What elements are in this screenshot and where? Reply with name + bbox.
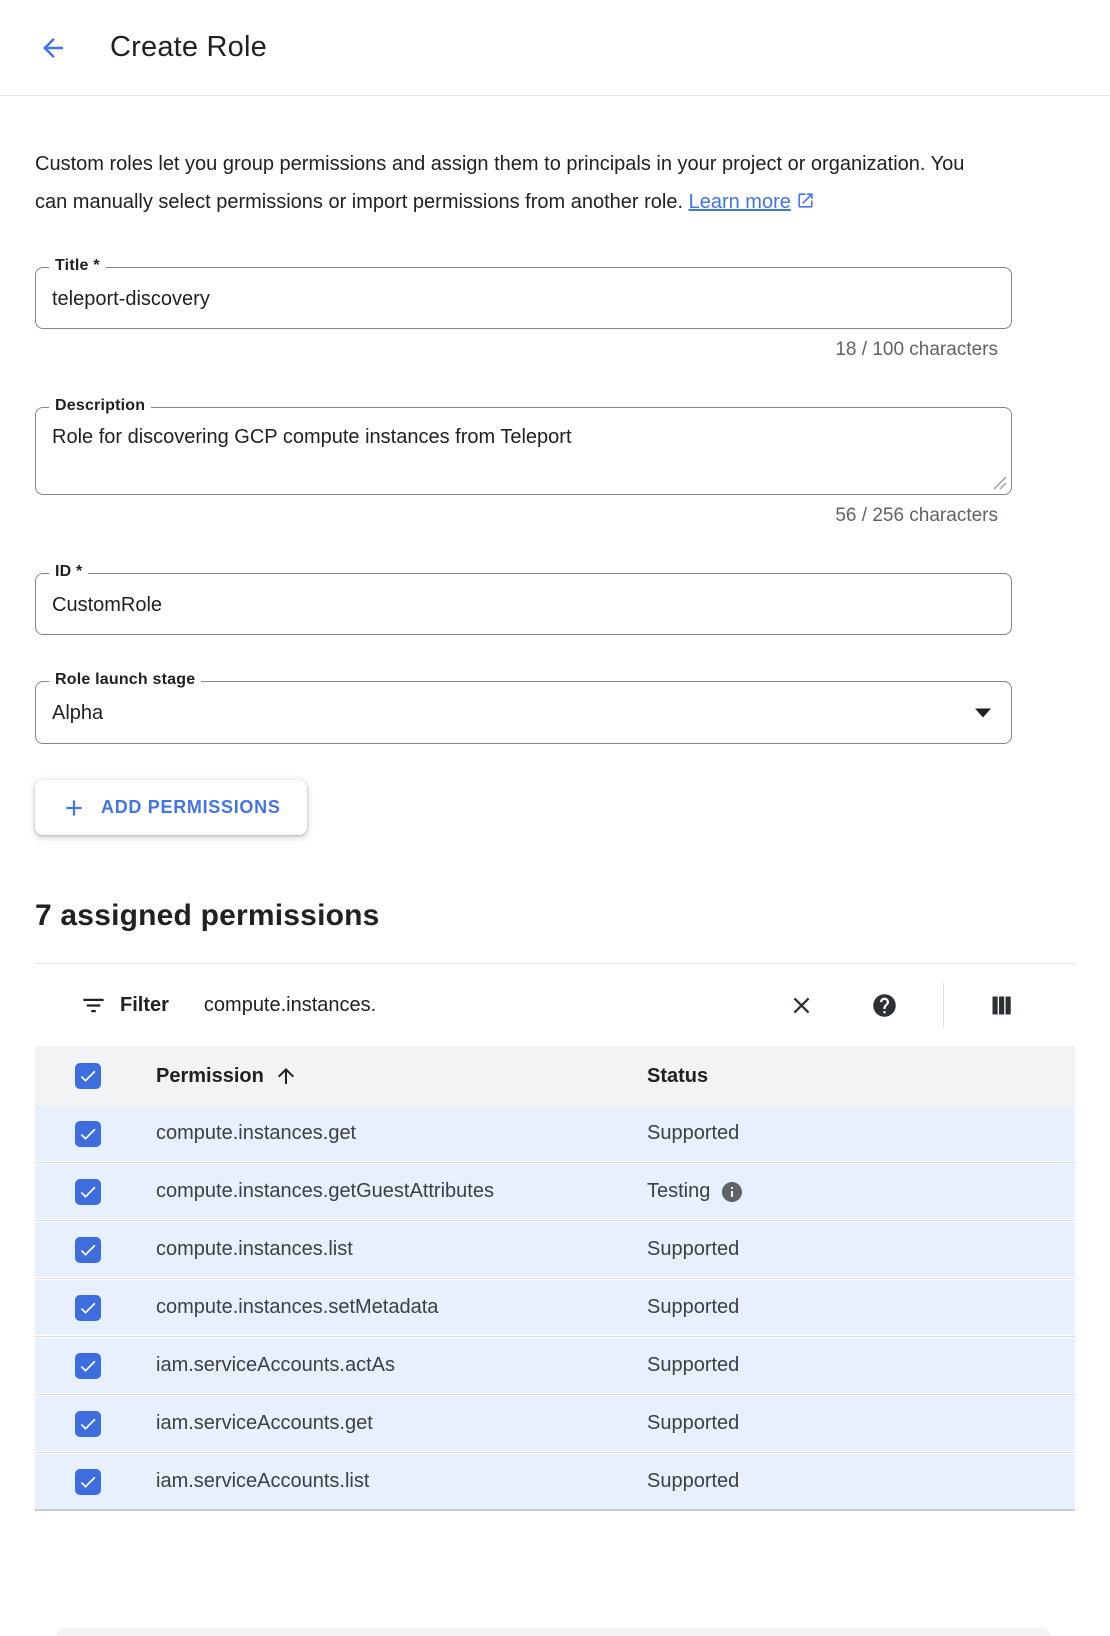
row-permission: compute.instances.getGuestAttributes <box>156 1180 494 1203</box>
row-permission: iam.serviceAccounts.actAs <box>156 1354 395 1377</box>
table-row: iam.serviceAccounts.get Supported <box>35 1396 1075 1451</box>
row-permission: compute.instances.get <box>156 1122 356 1145</box>
row-status-text: Supported <box>647 1354 739 1377</box>
select-all-checkbox[interactable] <box>75 1063 101 1089</box>
column-options-button[interactable] <box>988 992 1015 1019</box>
resize-handle-icon[interactable] <box>993 476 1007 490</box>
filter-button[interactable]: Filter <box>80 992 169 1019</box>
toolbar-divider <box>943 983 944 1027</box>
table-row: compute.instances.list Supported <box>35 1222 1075 1277</box>
row-permission: iam.serviceAccounts.list <box>156 1470 369 1493</box>
description-char-counter: 56 / 256 characters <box>35 505 1012 527</box>
row-permission: compute.instances.setMetadata <box>156 1296 438 1319</box>
title-field-group: Title * 18 / 100 characters <box>35 267 1110 361</box>
bottom-cutoff-element <box>57 1628 1050 1636</box>
id-field-label: ID * <box>49 563 88 581</box>
row-checkbox[interactable] <box>75 1179 101 1205</box>
filter-toolbar: Filter <box>35 964 1075 1046</box>
title-char-counter: 18 / 100 characters <box>35 339 1012 361</box>
permissions-rows: compute.instances.get Supported compute.… <box>35 1106 1075 1511</box>
row-permission: compute.instances.list <box>156 1238 353 1261</box>
check-icon <box>78 1472 98 1492</box>
clear-filter-button[interactable] <box>788 992 815 1019</box>
check-icon <box>78 1414 98 1434</box>
dropdown-arrow-icon <box>975 708 991 717</box>
check-icon <box>78 1240 98 1260</box>
launch-stage-value: Alpha <box>52 702 103 724</box>
plus-icon <box>61 795 87 821</box>
check-icon <box>78 1298 98 1318</box>
row-status-text: Supported <box>647 1470 739 1493</box>
check-icon <box>78 1182 98 1202</box>
row-status-text: Supported <box>647 1238 739 1261</box>
permissions-table: Filter <box>35 963 1075 1511</box>
column-header-status[interactable]: Status <box>647 1065 1075 1088</box>
info-icon[interactable] <box>720 1180 744 1204</box>
title-field: Title * <box>35 267 1012 329</box>
check-icon <box>78 1356 98 1376</box>
table-row: iam.serviceAccounts.list Supported <box>35 1454 1075 1509</box>
help-button[interactable] <box>871 992 898 1019</box>
intro-text: Custom roles let you group permissions a… <box>35 145 965 221</box>
row-checkbox[interactable] <box>75 1353 101 1379</box>
intro-text-body: Custom roles let you group permissions a… <box>35 153 964 213</box>
add-permissions-button[interactable]: ADD PERMISSIONS <box>35 780 307 835</box>
check-icon <box>78 1124 98 1144</box>
title-input[interactable] <box>36 268 1011 328</box>
external-link-icon <box>796 191 815 210</box>
row-checkbox[interactable] <box>75 1295 101 1321</box>
check-icon <box>78 1066 98 1086</box>
row-permission: iam.serviceAccounts.get <box>156 1412 373 1435</box>
learn-more-link[interactable]: Learn more <box>689 191 815 213</box>
help-icon <box>871 992 898 1019</box>
row-checkbox[interactable] <box>75 1469 101 1495</box>
assigned-permissions-heading: 7 assigned permissions <box>35 899 1110 933</box>
id-field: ID * <box>35 573 1012 635</box>
row-checkbox[interactable] <box>75 1121 101 1147</box>
row-status-text: Testing <box>647 1180 710 1203</box>
description-field-group: Description Role for discovering GCP com… <box>35 407 1110 527</box>
launch-stage-select[interactable]: Role launch stage Alpha <box>35 681 1012 744</box>
back-button[interactable] <box>38 33 68 63</box>
back-arrow-icon <box>38 33 68 63</box>
table-row: iam.serviceAccounts.actAs Supported <box>35 1338 1075 1393</box>
sort-ascending-icon <box>274 1064 298 1088</box>
id-field-group: ID * <box>35 573 1110 635</box>
description-textarea[interactable]: Role for discovering GCP compute instanc… <box>36 408 1011 494</box>
title-field-label: Title * <box>49 257 106 275</box>
row-checkbox[interactable] <box>75 1237 101 1263</box>
table-row: compute.instances.get Supported <box>35 1106 1075 1161</box>
launch-stage-field-group: Role launch stage Alpha <box>35 681 1110 744</box>
table-header-row: Permission Status <box>35 1046 1075 1106</box>
launch-stage-label: Role launch stage <box>49 671 201 689</box>
row-status-text: Supported <box>647 1122 739 1145</box>
table-row: compute.instances.getGuestAttributes Tes… <box>35 1164 1075 1219</box>
id-input[interactable] <box>36 574 1011 634</box>
page-header: Create Role <box>0 0 1110 96</box>
description-field-label: Description <box>49 397 151 415</box>
column-header-permission[interactable]: Permission <box>156 1064 647 1088</box>
table-row: compute.instances.setMetadata Supported <box>35 1280 1075 1335</box>
filter-input[interactable] <box>202 993 636 1018</box>
page-title: Create Role <box>110 31 267 64</box>
columns-icon <box>988 992 1015 1019</box>
row-status-text: Supported <box>647 1296 739 1319</box>
row-status-text: Supported <box>647 1412 739 1435</box>
filter-icon <box>80 992 107 1019</box>
close-icon <box>788 992 815 1019</box>
description-field: Description Role for discovering GCP com… <box>35 407 1012 495</box>
row-checkbox[interactable] <box>75 1411 101 1437</box>
